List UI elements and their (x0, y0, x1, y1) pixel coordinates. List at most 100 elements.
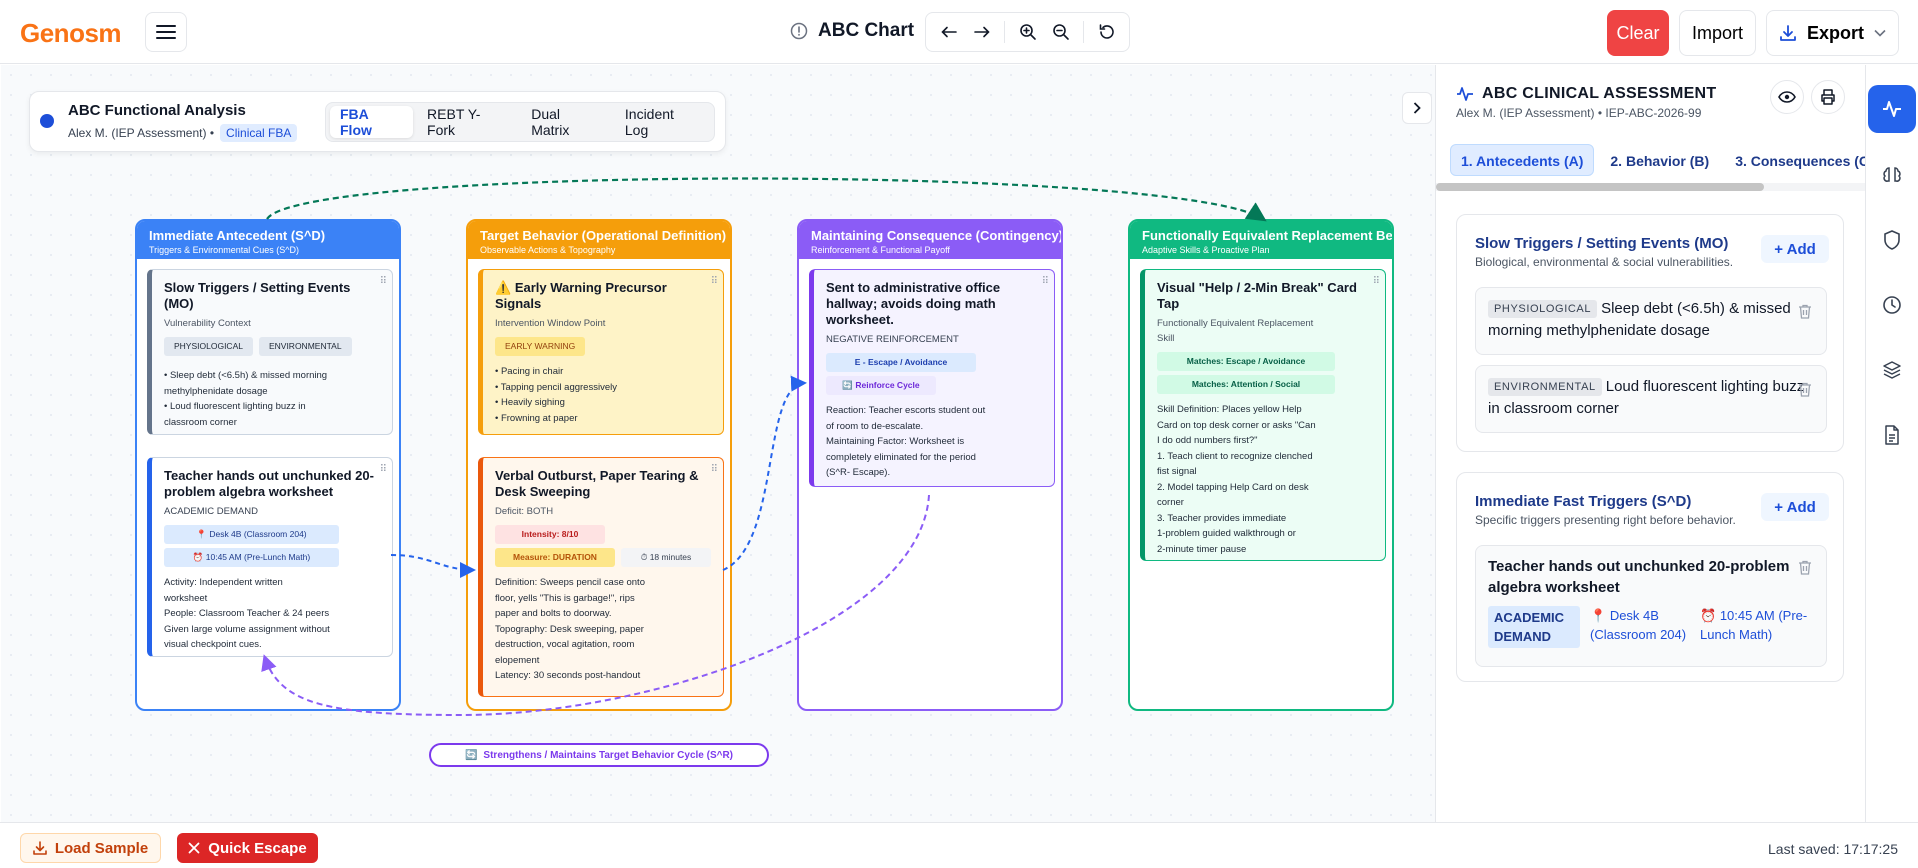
menu-button[interactable] (145, 12, 187, 52)
location-chip: 📍 Desk 4B (Classroom 204) (164, 525, 339, 544)
clock-icon (1883, 296, 1901, 314)
tabs-scrollbar[interactable] (1436, 183, 1866, 191)
redo-button[interactable] (965, 17, 998, 47)
tab-dual-matrix[interactable]: Dual Matrix (521, 106, 611, 138)
list-item[interactable]: Teacher hands out unchunked 20-problem a… (1475, 545, 1827, 667)
sidebar-item-history[interactable] (1868, 281, 1916, 329)
shield-icon (1884, 230, 1900, 250)
column-antecedent: Immediate Antecedent (S^D) Triggers & En… (135, 219, 401, 711)
zoom-in-icon (1019, 24, 1036, 40)
drag-handle-icon[interactable]: ⠿ (380, 462, 387, 477)
replacement-card[interactable]: ⠿ Visual "Help / 2-Min Break" Card Tap F… (1140, 269, 1386, 561)
flow-canvas[interactable]: ABC Functional Analysis Alex M. (IEP Ass… (1, 65, 1435, 822)
category-label: PHYSIOLOGICAL (1488, 300, 1598, 318)
last-saved-status: Last saved: 17:17:25 (1768, 841, 1898, 857)
sidebar-item-brain[interactable] (1868, 151, 1916, 199)
consequence-card[interactable]: ⠿ Sent to administrative office hallway;… (809, 269, 1055, 487)
expand-panel-button[interactable] (1402, 92, 1432, 124)
import-button[interactable]: Import (1679, 10, 1756, 56)
drag-handle-icon[interactable]: ⠿ (711, 462, 718, 477)
trash-icon[interactable] (1798, 304, 1812, 319)
arrow-right-icon (973, 26, 990, 38)
sidebar-item-layers[interactable] (1868, 346, 1916, 394)
export-button[interactable]: Export (1766, 10, 1899, 56)
card-body: • Sleep debt (<6.5h) & missed morning met… (164, 370, 328, 428)
pulse-icon (1883, 101, 1901, 117)
brain-icon (1883, 167, 1901, 182)
sidebar-item-shield[interactable] (1868, 216, 1916, 264)
eye-icon (1778, 91, 1796, 103)
tab-rebt-y-fork[interactable]: REBT Y-Fork (417, 106, 517, 138)
early-warning-badge: EARLY WARNING (495, 337, 586, 356)
analysis-header-card: ABC Functional Analysis Alex M. (IEP Ass… (29, 91, 726, 152)
column-header: Immediate Antecedent (S^D) Triggers & En… (137, 221, 399, 259)
match-badge: Matches: Attention / Social (1157, 375, 1335, 394)
export-label: Export (1806, 22, 1864, 43)
quick-escape-button[interactable]: Quick Escape (177, 833, 318, 863)
sidebar-item-activity[interactable] (1868, 85, 1916, 133)
column-header: Functionally Equivalent Replacement Beha… (1130, 221, 1392, 259)
drag-handle-icon[interactable]: ⠿ (1373, 274, 1380, 289)
layers-icon (1883, 361, 1901, 379)
zoom-in-button[interactable] (1011, 17, 1044, 47)
history-zoom-toolbar (925, 12, 1130, 52)
zoom-out-button[interactable] (1044, 17, 1077, 47)
tab-incident-log[interactable]: Incident Log (615, 106, 710, 138)
chevron-down-icon (1874, 29, 1886, 37)
function-badge: E - Escape / Avoidance (826, 353, 976, 372)
hamburger-icon (156, 25, 176, 39)
list-item[interactable]: ENVIRONMENTAL Loud fluorescent lighting b… (1475, 365, 1827, 433)
top-bar: Genosm ABC Chart Clear Import Export (0, 0, 1918, 64)
panel-subtitle: Alex M. (IEP Assessment) • IEP-ABC-2026-… (1456, 106, 1702, 120)
duration-badge: ⏱ 18 minutes (621, 548, 711, 567)
add-fast-trigger-button[interactable]: + Add (1761, 493, 1829, 521)
section-description: Specific triggers presenting right befor… (1475, 513, 1736, 527)
demand-badge: ACADEMIC DEMAND (1488, 606, 1580, 648)
add-slow-trigger-button[interactable]: + Add (1761, 235, 1829, 263)
time-chip: ⏰ 10:45 AM (Pre-Lunch Math) (164, 548, 339, 567)
slow-triggers-section: Slow Triggers / Setting Events (MO) Biol… (1456, 214, 1844, 452)
sd-card[interactable]: ⠿ Teacher hands out unchunked 20-problem… (147, 457, 393, 657)
tab-consequences[interactable]: 3. Consequences (C) (1725, 145, 1866, 177)
side-icon-bar (1865, 65, 1918, 822)
precursor-card[interactable]: ⠿ ⚠️ Early Warning Precursor Signals Int… (478, 269, 724, 435)
undo-button[interactable] (932, 17, 965, 47)
behavior-card[interactable]: ⠿ Verbal Outburst, Paper Tearing & Desk … (478, 457, 724, 697)
trigger-title: Teacher hands out unchunked 20-problem a… (1488, 558, 1790, 596)
trash-icon[interactable] (1798, 560, 1812, 575)
list-item[interactable]: PHYSIOLOGICAL Sleep debt (<6.5h) & missed… (1475, 287, 1827, 355)
trash-icon[interactable] (1798, 382, 1812, 397)
app-logo[interactable]: Genosm (20, 18, 122, 49)
mo-card[interactable]: ⠿ Slow Triggers / Setting Events (MO) Vu… (147, 269, 393, 435)
clear-button[interactable]: Clear (1607, 10, 1669, 56)
cycle-badge: 🔄 Reinforce Cycle (826, 376, 936, 395)
tab-behavior[interactable]: 2. Behavior (B) (1600, 145, 1719, 177)
chart-title-text: ABC Chart (818, 20, 915, 41)
print-button[interactable] (1811, 80, 1845, 114)
reset-view-button[interactable] (1090, 17, 1123, 47)
reinforcement-cycle-legend: 🔄 Strengthens / Maintains Target Behavior… (429, 743, 769, 767)
load-sample-button[interactable]: Load Sample (20, 833, 161, 863)
card-body: Activity: Independent written worksheet Pe… (164, 577, 330, 650)
column-consequence: Maintaining Consequence (Contingency) Re… (797, 219, 1063, 711)
section-title: Immediate Fast Triggers (S^D) (1475, 493, 1692, 510)
section-title: Slow Triggers / Setting Events (MO) (1475, 235, 1729, 252)
printer-icon (1821, 89, 1835, 105)
card-body: • Pacing in chair • Tapping pencil aggres… (495, 366, 617, 424)
drag-handle-icon[interactable]: ⠿ (380, 274, 387, 289)
preview-button[interactable] (1770, 80, 1804, 114)
panel-title: ABC CLINICAL ASSESSMENT (1456, 85, 1716, 103)
drag-handle-icon[interactable]: ⠿ (1042, 274, 1049, 289)
tab-antecedents[interactable]: 1. Antecedents (A) (1450, 144, 1595, 176)
scrollbar-thumb[interactable] (1436, 183, 1764, 191)
assessment-tabs: 1. Antecedents (A) 2. Behavior (B) 3. Cons… (1450, 144, 1866, 180)
arrow-left-icon (940, 26, 957, 38)
timer-icon: ⏱ (640, 552, 648, 562)
pin-icon: 📍 (196, 529, 207, 539)
sidebar-item-document[interactable] (1868, 411, 1916, 459)
connector-antecedent-to-replacement (266, 177, 1267, 222)
alarm-icon: ⏰ (1700, 608, 1717, 623)
drag-handle-icon[interactable]: ⠿ (711, 274, 718, 289)
tab-fba-flow[interactable]: FBA Flow (330, 106, 414, 138)
refresh-icon (1099, 24, 1114, 39)
